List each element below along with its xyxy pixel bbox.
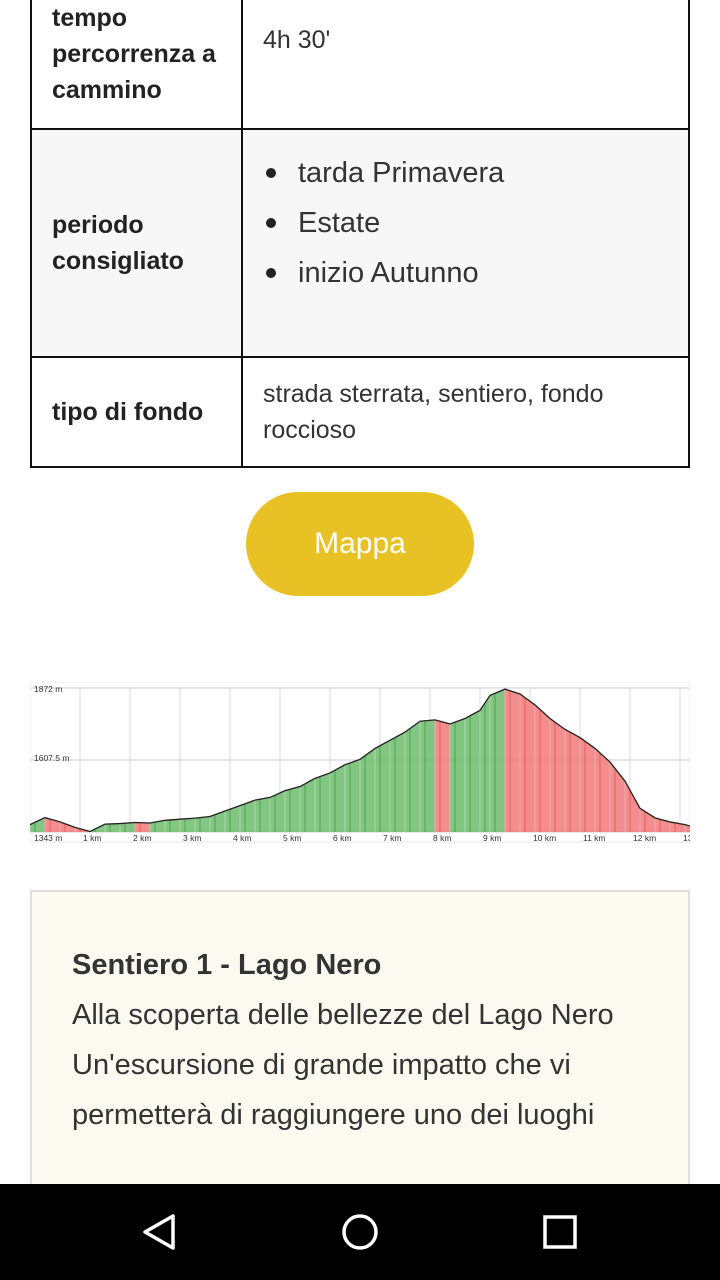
list-item: inizio Autunno (263, 248, 668, 298)
profile-segment (105, 823, 120, 832)
map-button[interactable]: Mappa (246, 492, 474, 596)
y-tick-label: 1872 m (34, 684, 62, 694)
trail-info-table: tempo percorrenza a cammino 4h 30' perio… (30, 0, 690, 468)
profile-segment (435, 719, 450, 832)
row-key-duration: tempo percorrenza a cammino (30, 0, 243, 130)
x-tick-label: 13 k (683, 833, 690, 843)
x-tick-label: 7 km (383, 833, 401, 843)
x-tick-label: 12 km (633, 833, 656, 843)
profile-segment (375, 740, 390, 832)
table-row: tempo percorrenza a cammino 4h 30' (30, 0, 690, 130)
profile-segment (520, 693, 535, 832)
x-tick-label: 4 km (233, 833, 251, 843)
table-row: tipo di fondo strada sterrata, sentiero,… (30, 356, 690, 468)
profile-segment (580, 737, 595, 832)
profile-segment (255, 797, 270, 832)
row-key-surface: tipo di fondo (30, 356, 243, 468)
profile-segment (390, 732, 405, 832)
row-key-period: periodo consigliato (30, 128, 243, 358)
row-value-period: tarda Primavera Estate inizio Autunno (241, 128, 690, 358)
x-tick-label: 5 km (283, 833, 301, 843)
home-button[interactable] (312, 1184, 408, 1280)
profile-segment (490, 689, 505, 832)
back-triangle-icon (143, 1214, 175, 1250)
x-tick-label: 8 km (433, 833, 451, 843)
list-item: tarda Primavera (263, 148, 668, 198)
home-circle-icon (342, 1214, 378, 1250)
profile-segment (330, 764, 345, 832)
profile-segment (195, 816, 210, 832)
profile-segment (420, 719, 435, 832)
trail-description: Un'escursione di grande impatto che vi p… (72, 1049, 595, 1131)
system-navigation-bar (0, 1184, 720, 1280)
profile-segment (180, 818, 195, 832)
row-value-surface: strada sterrata, sentiero, fondo roccios… (241, 356, 690, 468)
profile-segment (360, 748, 375, 832)
profile-segment (505, 689, 520, 832)
table-row: periodo consigliato tarda Primavera Esta… (30, 128, 690, 358)
profile-segment (450, 718, 465, 832)
list-item: Estate (263, 198, 668, 248)
row-value-duration: 4h 30' (241, 0, 690, 130)
elevation-profile-chart: 1872 m 1607.5 m 1343 m 1 km 2 km 3 km 4 km 5 km… (30, 682, 690, 843)
x-tick-label: 11 km (583, 833, 606, 843)
profile-segment (300, 778, 315, 832)
x-tick-label: 6 km (333, 833, 351, 843)
profile-segment (345, 759, 360, 832)
profile-segment (315, 772, 330, 832)
profile-segment (550, 718, 565, 832)
profile-segment (135, 822, 150, 832)
x-tick-label: 1 km (83, 833, 101, 843)
profile-segment (565, 729, 580, 832)
recents-square-icon (543, 1215, 577, 1249)
profile-segment (465, 710, 480, 832)
profile-segment (595, 748, 610, 832)
period-list: tarda Primavera Estate inizio Autunno (263, 148, 668, 298)
x-tick-label: 2 km (133, 833, 151, 843)
profile-segment (285, 786, 300, 832)
profile-segment (535, 704, 550, 832)
x-tick-label: 3 km (183, 833, 201, 843)
y-tick-label: 1343 m (34, 833, 62, 843)
back-button[interactable] (112, 1184, 208, 1280)
trail-intro: Alla scoperta delle bellezze del Lago Ne… (72, 999, 614, 1031)
recents-button[interactable] (512, 1184, 608, 1280)
x-tick-label: 10 km (533, 833, 556, 843)
y-tick-label: 1607.5 m (34, 753, 69, 763)
trail-title: Sentiero 1 - Lago Nero (72, 949, 382, 981)
x-tick-label: 9 km (483, 833, 501, 843)
profile-segment (165, 819, 180, 832)
profile-segment (405, 721, 420, 832)
